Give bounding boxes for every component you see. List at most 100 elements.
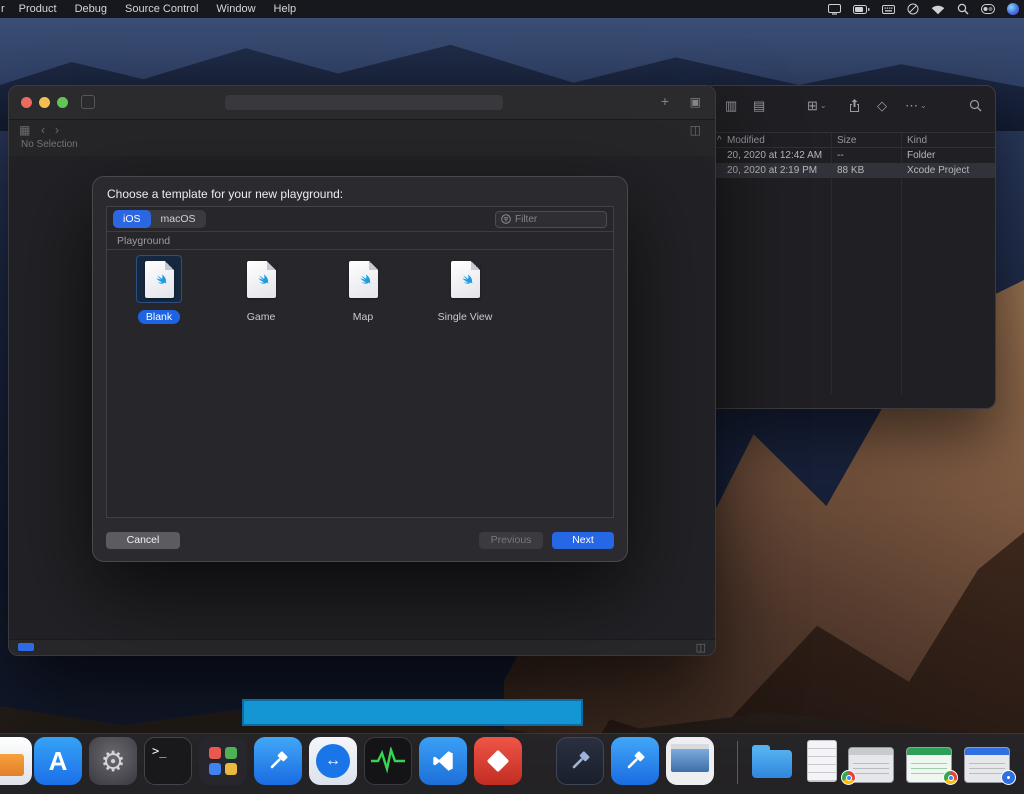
playground-doc-icon: [238, 255, 284, 303]
debug-area-toggle-icon[interactable]: ◫: [696, 641, 706, 654]
cancel-button[interactable]: Cancel: [106, 531, 180, 549]
group-by-button[interactable]: ⊞ ⌄: [807, 99, 827, 112]
close-button[interactable]: [21, 97, 32, 108]
keyboard-icon[interactable]: [882, 4, 895, 14]
dock-red-diamond-app[interactable]: [474, 737, 522, 785]
share-icon[interactable]: [849, 99, 860, 112]
progress-chip: [18, 643, 34, 651]
navigator-toggle-icon[interactable]: ▦: [19, 123, 30, 137]
tab-ios[interactable]: iOS: [113, 210, 151, 228]
control-center-icon[interactable]: [981, 4, 995, 14]
template-single-view[interactable]: Single View: [414, 255, 516, 324]
dock-app-store[interactable]: A: [34, 737, 82, 785]
filter-field[interactable]: [495, 210, 607, 228]
library-icon[interactable]: ▣: [690, 95, 701, 109]
dock-teamviewer[interactable]: ↔: [309, 737, 357, 785]
column-header-modified[interactable]: Modified: [727, 135, 765, 146]
xcode-status-bar: ◫: [9, 639, 715, 655]
chrome-badge-icon: [943, 770, 958, 785]
template-game[interactable]: Game: [210, 255, 312, 324]
finder-window: ▥ ▤ ⊞ ⌄ ◇ ⋯ ⌄ ^ Modified Size Kind 20, 202…: [704, 85, 996, 409]
finder-toolbar: ▥ ▤ ⊞ ⌄ ◇ ⋯ ⌄: [705, 86, 995, 132]
battery-icon[interactable]: [853, 4, 870, 14]
dock-vscode[interactable]: [419, 737, 467, 785]
dock-documents-stack[interactable]: [800, 737, 844, 785]
cell-size: 88 KB: [837, 165, 865, 176]
dock-minimized-window-3[interactable]: [964, 747, 1016, 785]
dock-system-preferences[interactable]: ⚙: [89, 737, 137, 785]
minimize-button[interactable]: [39, 97, 50, 108]
filter-icon: [501, 214, 511, 224]
template-grid: Blank Game Map Single View: [107, 250, 613, 324]
add-editor-icon[interactable]: +: [661, 93, 669, 109]
inspector-toggle-icon[interactable]: ◫: [690, 123, 701, 137]
template-label: Game: [246, 311, 276, 323]
menu-item-window[interactable]: Window: [207, 3, 264, 15]
dock-minimized-window-2[interactable]: [906, 747, 958, 785]
menu-item-source-control[interactable]: Source Control: [116, 3, 207, 15]
back-icon[interactable]: ‹: [41, 123, 45, 137]
run-button[interactable]: [81, 95, 95, 109]
dock-files-app[interactable]: [0, 737, 32, 785]
column-header-size[interactable]: Size: [837, 135, 856, 146]
app-badge-icon: [1001, 770, 1016, 785]
dock: A ⚙ >_ ↔: [0, 733, 1024, 794]
table-row[interactable]: 20, 2020 at 12:42 AM -- Folder: [705, 148, 995, 163]
forward-icon[interactable]: ›: [55, 123, 59, 137]
do-not-disturb-icon[interactable]: [907, 3, 919, 15]
playground-doc-icon: [136, 255, 182, 303]
template-panel-header: iOS macOS: [107, 207, 613, 231]
template-label: Map: [352, 311, 374, 323]
dock-downloads-folder[interactable]: [748, 737, 796, 785]
siri-icon[interactable]: [1007, 3, 1019, 15]
tag-icon[interactable]: ◇: [877, 99, 887, 112]
selection-rectangle: [242, 699, 583, 726]
gallery-view-icon[interactable]: ▤: [753, 99, 765, 112]
template-blank[interactable]: Blank: [108, 255, 210, 324]
list-view-icon[interactable]: ▥: [725, 99, 737, 112]
next-button[interactable]: Next: [552, 531, 614, 549]
table-row-selected[interactable]: 20, 2020 at 2:19 PM 88 KB Xcode Project: [705, 163, 995, 178]
column-header-kind[interactable]: Kind: [907, 135, 927, 146]
dock-launchpad[interactable]: [199, 737, 247, 785]
template-label: Blank: [137, 310, 181, 324]
spotlight-search-icon[interactable]: [957, 3, 969, 15]
finder-column-headers: ^ Modified Size Kind: [705, 132, 995, 148]
template-map[interactable]: Map: [312, 255, 414, 324]
zoom-button[interactable]: [57, 97, 68, 108]
section-header: Playground: [117, 234, 171, 247]
more-actions-button[interactable]: ⋯ ⌄: [905, 99, 927, 112]
template-panel: iOS macOS Playground Blank Game Map: [106, 206, 614, 518]
menu-item-partial[interactable]: r: [0, 3, 10, 15]
previous-button[interactable]: Previous: [479, 531, 543, 549]
filter-input[interactable]: [515, 213, 601, 225]
wifi-icon[interactable]: [931, 4, 945, 15]
tab-macos[interactable]: macOS: [151, 210, 206, 228]
cell-modified: 20, 2020 at 12:42 AM: [727, 150, 823, 161]
xcode-toolbar: + ▣: [9, 86, 715, 120]
menu-item-debug[interactable]: Debug: [66, 3, 116, 15]
playground-doc-icon: [340, 255, 386, 303]
dock-xcode-2[interactable]: [611, 737, 659, 785]
template-label: Single View: [437, 311, 493, 323]
cell-modified: 20, 2020 at 2:19 PM: [727, 165, 818, 176]
cell-kind: Folder: [907, 150, 936, 161]
chrome-badge-icon: [841, 770, 856, 785]
dock-activity-monitor[interactable]: [364, 737, 412, 785]
menu-bar-status-area: [828, 0, 1019, 18]
menu-item-help[interactable]: Help: [265, 3, 306, 15]
menu-bar: r Product Debug Source Control Window He…: [0, 0, 1024, 18]
sort-indicator: ^: [717, 135, 722, 146]
search-icon[interactable]: [969, 99, 982, 112]
dock-screenshot-preview[interactable]: [666, 737, 714, 785]
dock-xcode[interactable]: [254, 737, 302, 785]
jump-bar-status: No Selection: [21, 139, 78, 150]
screen-mirroring-icon[interactable]: [828, 3, 841, 15]
finder-file-list: 20, 2020 at 12:42 AM -- Folder 20, 2020 …: [705, 132, 995, 394]
dock-terminal[interactable]: >_: [144, 737, 192, 785]
dock-minimized-window-1[interactable]: [841, 747, 894, 785]
cell-kind: Xcode Project: [907, 165, 970, 176]
menu-item-product[interactable]: Product: [10, 3, 66, 15]
cell-size: --: [837, 150, 844, 161]
dock-xcode-beta[interactable]: [556, 737, 604, 785]
